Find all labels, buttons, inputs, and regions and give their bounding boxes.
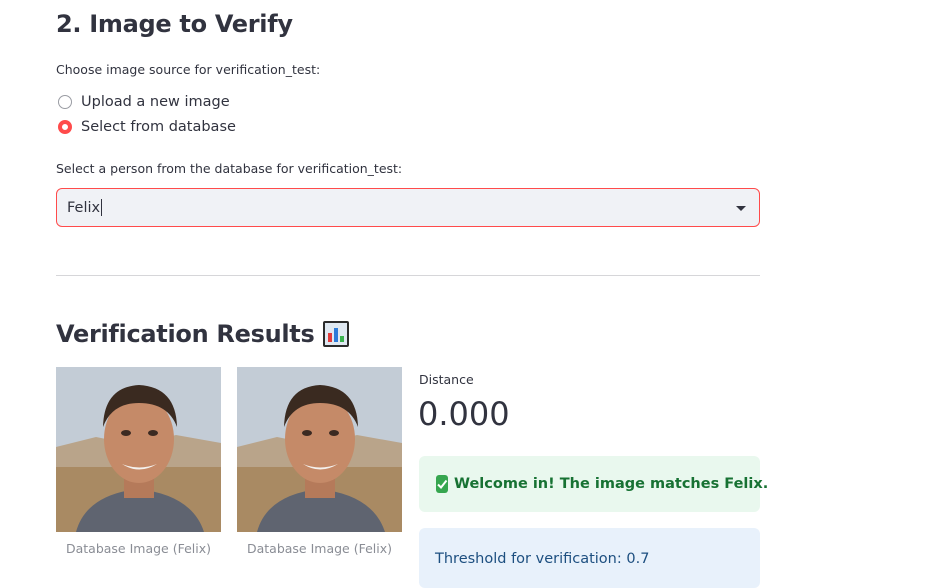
results-title-text: Verification Results	[56, 320, 315, 348]
image-caption: Database Image (Felix)	[65, 541, 212, 556]
radio-upload-new-image[interactable]: Upload a new image	[58, 92, 230, 112]
face-image	[237, 367, 402, 532]
image-card: Database Image (Felix)	[237, 367, 402, 557]
chevron-down-icon[interactable]	[736, 206, 746, 211]
person-selectbox[interactable]: Felix	[56, 188, 760, 227]
bar-chart-icon	[323, 321, 350, 347]
info-alert: Threshold for verification: 0.7	[419, 528, 760, 588]
metric-value: 0.000	[418, 395, 510, 433]
radio-unchecked-icon[interactable]	[58, 95, 72, 109]
radio-upload-label: Upload a new image	[81, 94, 230, 110]
info-message: Threshold for verification: 0.7	[435, 551, 650, 567]
radio-checked-icon[interactable]	[58, 120, 72, 134]
results-title: Verification Results	[56, 317, 350, 351]
radio-select-from-database[interactable]: Select from database	[58, 117, 236, 137]
image-caption: Database Image (Felix)	[246, 541, 393, 556]
person-select-label: Select a person from the database for ve…	[56, 161, 403, 176]
text-cursor	[101, 199, 103, 216]
face-image	[56, 367, 221, 532]
success-message: Welcome in! The image matches Felix.	[454, 476, 769, 492]
image-card: Database Image (Felix)	[56, 367, 221, 557]
person-select-value[interactable]: Felix	[67, 200, 100, 216]
radio-database-label: Select from database	[81, 119, 236, 135]
metric-label: Distance	[419, 372, 474, 387]
success-alert: Welcome in! The image matches Felix.	[419, 456, 768, 512]
check-mark-icon	[436, 475, 448, 493]
image-source-label: Choose image source for verification_tes…	[56, 62, 321, 77]
divider	[56, 275, 760, 276]
section-title: 2. Image to Verify	[56, 10, 293, 38]
